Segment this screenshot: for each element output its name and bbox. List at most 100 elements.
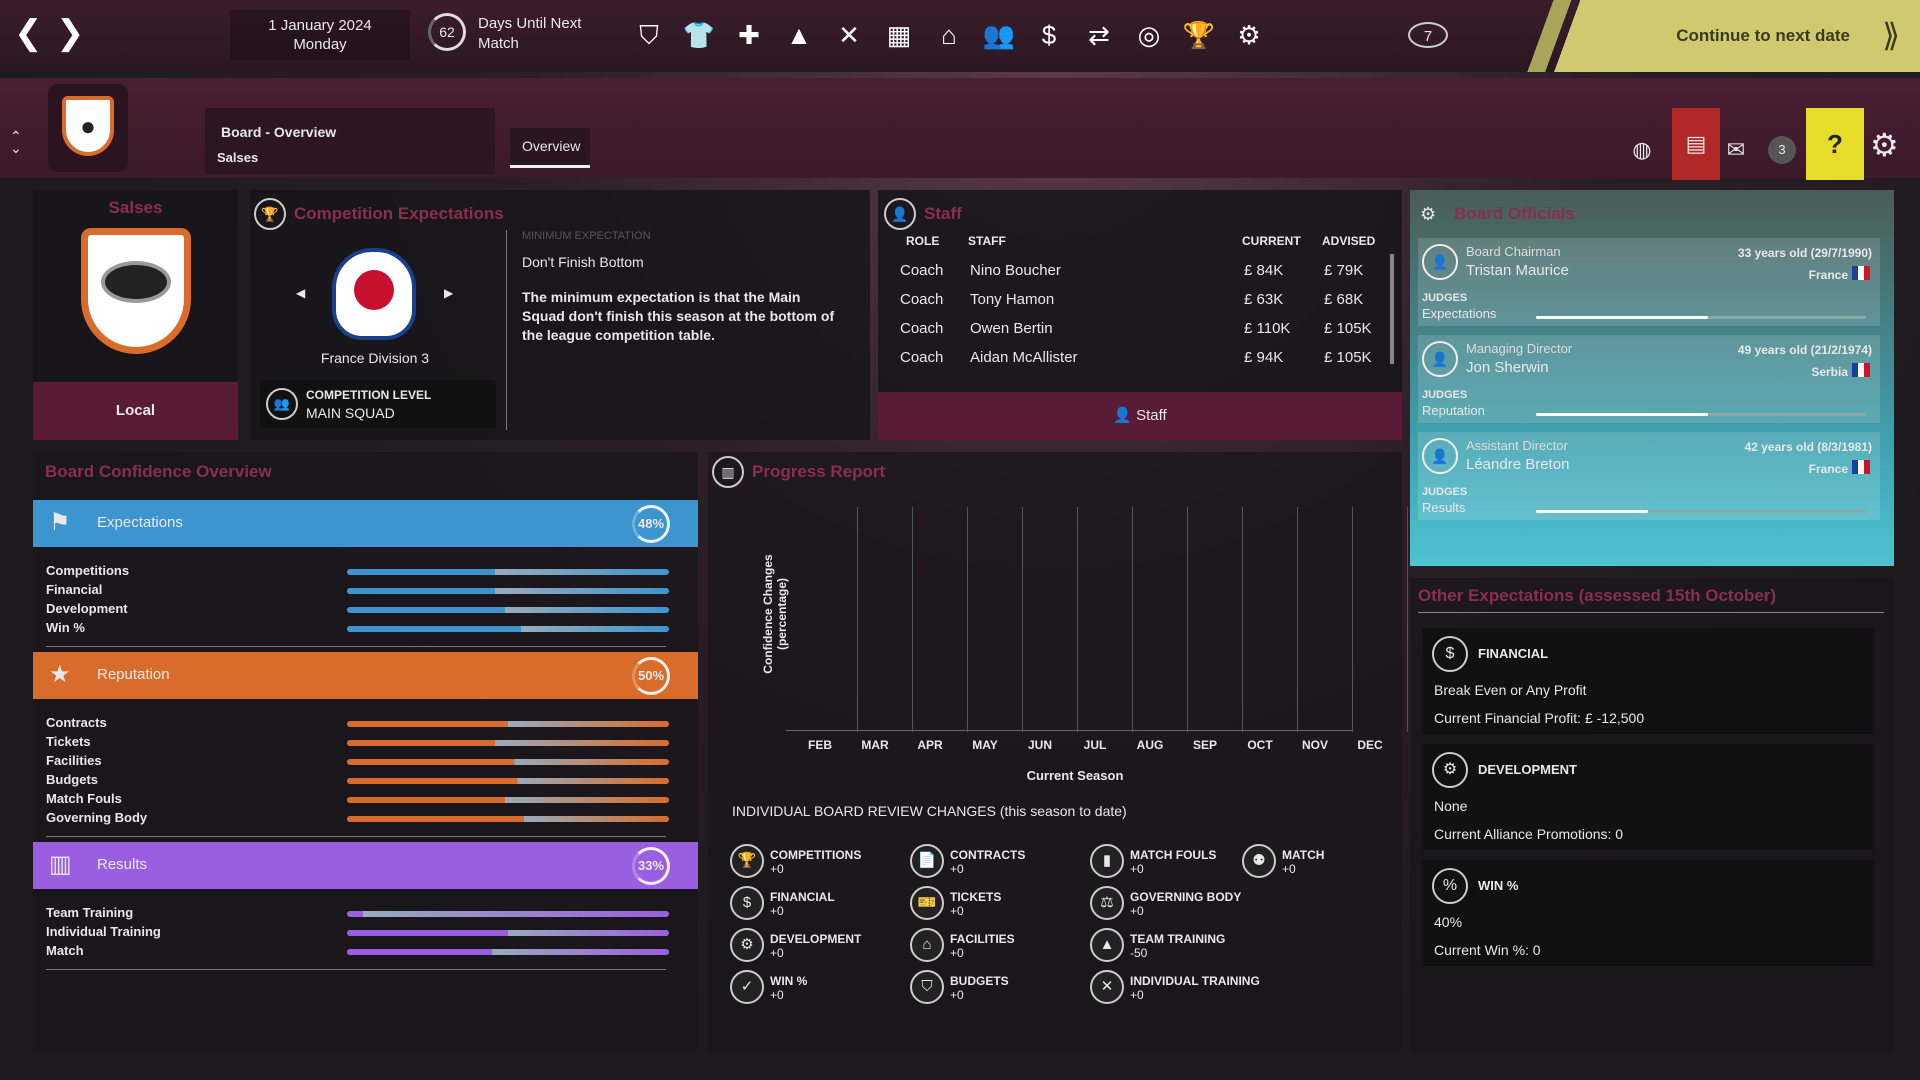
review-item[interactable]: 📄 CONTRACTS +0 [910, 844, 1025, 878]
facilities-icon: ⌂ [910, 928, 944, 962]
staff-current: £ 110K [1244, 320, 1291, 337]
results-icon: ▥ [49, 851, 72, 878]
review-label: MATCH FOULS [1130, 848, 1217, 862]
review-item[interactable]: ⛉ BUDGETS +0 [910, 970, 1009, 1004]
days-label-line1: Days Until Next [478, 15, 582, 32]
judges-bar [1536, 413, 1866, 416]
review-item[interactable]: ▲ TEAM TRAINING -50 [1090, 928, 1226, 962]
flag-icon [1852, 460, 1870, 474]
globe-icon[interactable]: ◍ [1624, 132, 1660, 168]
forward-arrow-icon[interactable]: ❯ [56, 16, 85, 50]
section-reputation[interactable]: ★ Reputation 50% [33, 652, 698, 699]
staff-role: Coach [900, 291, 944, 308]
confidence-item-bar [347, 721, 669, 727]
judges-label: JUDGES [1422, 292, 1468, 304]
continue-button[interactable]: Continue to next date ⟫ [1500, 0, 1920, 72]
review-item[interactable]: ⚙ DEVELOPMENT +0 [730, 928, 861, 962]
staff-name: Nino Boucher [970, 262, 1061, 279]
col-staff: STAFF [968, 234, 1006, 248]
expectation-heading: DEVELOPMENT [1478, 762, 1577, 777]
confidence-item-label: Match Fouls [46, 791, 122, 806]
review-value: +0 [950, 904, 964, 918]
confidence-item-label: Financial [46, 582, 103, 597]
review-item[interactable]: ✓ WIN % +0 [730, 970, 807, 1004]
review-item[interactable]: 🎫 TICKETS +0 [910, 886, 1001, 920]
confidence-item-label: Governing Body [46, 810, 148, 825]
alerts-counter[interactable]: 7 [1408, 22, 1448, 48]
confidence-item-label: Team Training [46, 905, 134, 920]
continue-label: Continue to next date [1676, 26, 1850, 45]
expectation-line1: None [1434, 798, 1468, 814]
match-icon: ⚉ [1242, 844, 1276, 878]
club-name: Salses [108, 198, 163, 217]
staff-scrollbar[interactable] [1390, 254, 1394, 364]
prev-competition-arrow-icon[interactable]: ◀ [296, 286, 305, 300]
confidence-title: Board Confidence Overview [45, 462, 272, 481]
tactics-icon[interactable]: ✕ [832, 18, 866, 52]
min-expectation-label: MINIMUM EXPECTATION [522, 230, 651, 242]
review-label: TEAM TRAINING [1130, 932, 1226, 946]
section-expectations[interactable]: ⚑ Expectations 48% [33, 500, 698, 547]
official-card[interactable]: 👤 Managing Director Jon Sherwin 49 years ol… [1418, 335, 1880, 423]
review-item[interactable]: ✕ INDIVIDUAL TRAINING +0 [1090, 970, 1260, 1004]
chart-month-tick: FEB [808, 738, 832, 752]
staff-icon: 👤 [884, 198, 916, 230]
back-arrow-icon[interactable]: ❮ [14, 16, 43, 50]
page-title: Board - Overview [221, 124, 337, 140]
judges-bar [1536, 316, 1866, 319]
squad-icon: 👥 [266, 388, 298, 420]
player-icon[interactable]: 👕 [682, 18, 716, 52]
expectation-line1: 40% [1434, 914, 1463, 930]
chart-gridline [912, 507, 913, 732]
official-country: France [1808, 462, 1848, 476]
judges-bar [1536, 510, 1866, 513]
staff-name: Tony Hamon [970, 291, 1055, 308]
chart-month-tick: SEP [1192, 738, 1217, 752]
official-card[interactable]: 👤 Board Chairman Tristan Maurice 33 years o… [1418, 238, 1880, 326]
flag-icon [1852, 266, 1870, 280]
review-item[interactable]: 🏆 COMPETITIONS +0 [730, 844, 861, 878]
review-item[interactable]: ⚉ MATCH +0 [1242, 844, 1324, 878]
card-icon: ▮ [1090, 844, 1124, 878]
collapse-toggle-icon[interactable]: ⌃ ⌄ [10, 129, 22, 155]
board-icon[interactable]: ⚙ [1232, 18, 1266, 52]
date-text: 1 January 2024 [268, 17, 372, 34]
scout-icon[interactable]: ◎ [1132, 18, 1166, 52]
confidence-item-bar [347, 569, 669, 575]
official-country: France [1808, 268, 1848, 282]
inbox-icon[interactable]: ✉ [1718, 132, 1754, 168]
review-label: FACILITIES [950, 932, 1015, 946]
staff-button[interactable]: 👤 Staff [878, 392, 1402, 440]
development-icon: ⚙ [730, 928, 764, 962]
review-item[interactable]: ▮ MATCH FOULS +0 [1090, 844, 1217, 878]
transfer-icon[interactable]: ⇄ [1082, 18, 1116, 52]
squad-icon[interactable]: 👥 [982, 18, 1016, 52]
review-item[interactable]: ⚖ GOVERNING BODY +0 [1090, 886, 1241, 920]
section-results[interactable]: ▥ Results 33% [33, 842, 698, 889]
top-bar: ❮ ❯ 1 January 2024 Monday 62 Days Until … [0, 0, 1920, 72]
shield-icon[interactable]: ⛉ [632, 18, 666, 52]
official-card[interactable]: 👤 Assistant Director Léandre Breton 42 year… [1418, 432, 1880, 520]
reputation-percent: 50% [632, 657, 670, 695]
calendar-icon[interactable]: ▦ [882, 18, 916, 52]
money-bag-icon[interactable]: $ [1032, 18, 1066, 52]
settings-gear-icon[interactable]: ⚙ [1870, 126, 1899, 164]
next-competition-arrow-icon[interactable]: ▶ [444, 286, 453, 300]
review-item[interactable]: $ FINANCIAL +0 [730, 886, 835, 920]
review-item[interactable]: ⌂ FACILITIES +0 [910, 928, 1015, 962]
review-value: +0 [1130, 904, 1144, 918]
expectation-line2: Current Alliance Promotions: 0 [1434, 826, 1624, 842]
confidence-item-bar [347, 759, 669, 765]
tab-overview[interactable]: Overview [510, 128, 590, 168]
staff-role: Coach [900, 349, 944, 366]
medical-icon[interactable]: ✚ [732, 18, 766, 52]
help-icon[interactable]: ? [1806, 108, 1864, 180]
cone-icon[interactable]: ▲ [782, 18, 816, 52]
trophy-icon[interactable]: 🏆 [1182, 18, 1216, 52]
judges-label: JUDGES [1422, 389, 1468, 401]
staff-advised: £ 68K [1324, 291, 1364, 308]
tactics-icon: ✕ [1090, 970, 1124, 1004]
home-icon[interactable]: ⌂ [932, 18, 966, 52]
calendar-notes-icon[interactable]: ▤ [1672, 108, 1720, 180]
progress-title: Progress Report [752, 462, 886, 481]
